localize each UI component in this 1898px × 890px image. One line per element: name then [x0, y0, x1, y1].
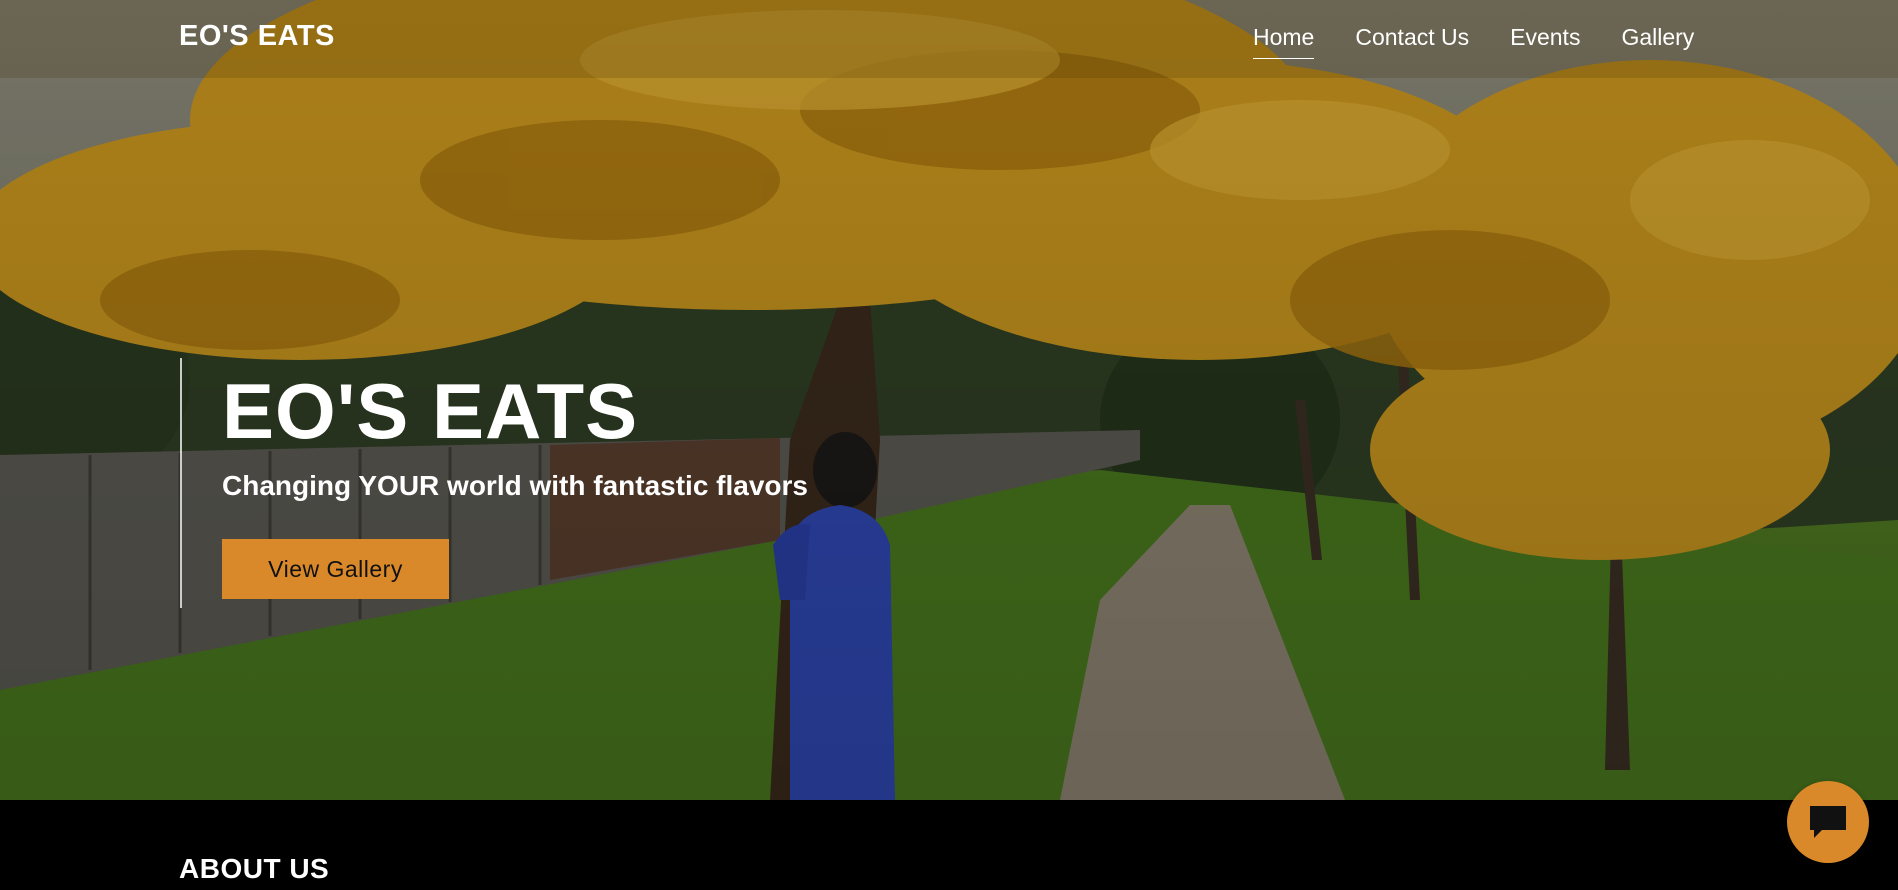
chat-button[interactable]: [1787, 781, 1869, 863]
chat-bubble-icon: [1810, 806, 1846, 838]
hero-section: EO'S EATS Home Contact Us Events Gallery…: [0, 0, 1898, 800]
nav-link-gallery[interactable]: Gallery: [1621, 24, 1694, 59]
nav-links: Home Contact Us Events Gallery: [1253, 24, 1735, 59]
nav-link-events[interactable]: Events: [1510, 24, 1580, 59]
nav-link-home[interactable]: Home: [1253, 24, 1315, 59]
nav-link-contact-us[interactable]: Contact Us: [1355, 24, 1469, 59]
hero-tagline: Changing YOUR world with fantastic flavo…: [222, 470, 808, 501]
hero-title: EO'S EATS: [222, 367, 639, 455]
view-gallery-button[interactable]: View Gallery: [222, 539, 449, 599]
hero-divider-line: [180, 358, 182, 608]
top-navigation-bar: EO'S EATS Home Contact Us Events Gallery: [0, 0, 1898, 78]
site-logo[interactable]: EO'S EATS: [179, 20, 335, 53]
about-us-heading: ABOUT US: [179, 853, 330, 884]
